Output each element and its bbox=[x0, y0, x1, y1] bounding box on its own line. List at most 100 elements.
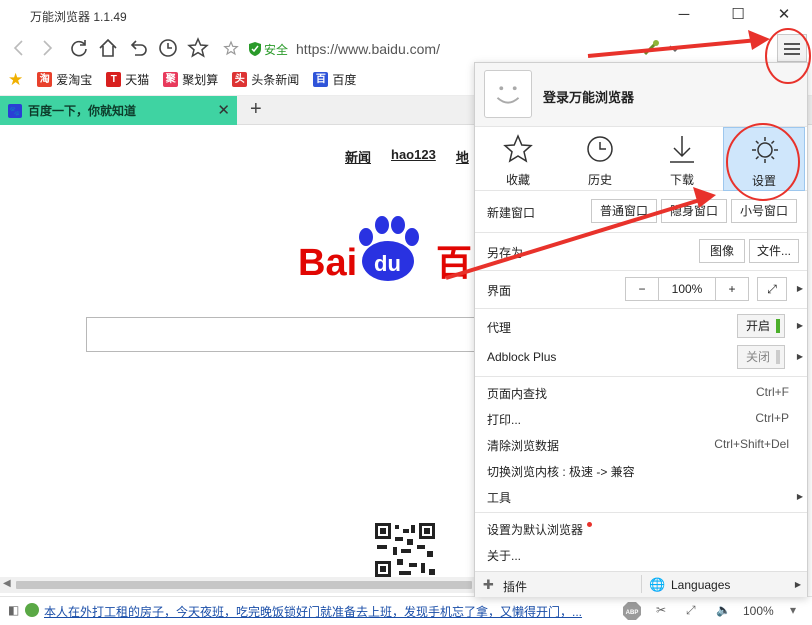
refresh-icon[interactable] bbox=[68, 37, 90, 59]
home-icon[interactable] bbox=[97, 37, 119, 59]
clear-data-label: 清除浏览数据 bbox=[487, 439, 560, 453]
chevron-right-icon: ▶ bbox=[794, 580, 801, 589]
main-menu: 登录万能浏览器 收藏 历史 下载 设置 新建窗口 普通窗口 隐身窗口 小号窗口 … bbox=[474, 62, 808, 597]
adblock-toggle[interactable]: 关闭 bbox=[737, 345, 785, 369]
zoom-out-button[interactable]: − bbox=[625, 277, 659, 301]
bookmarks-star-icon[interactable]: ★ bbox=[8, 70, 23, 90]
undo-icon[interactable] bbox=[127, 37, 149, 59]
main-menu-button[interactable] bbox=[777, 34, 807, 62]
avatar[interactable] bbox=[484, 70, 532, 118]
bookmark-item[interactable]: 聚 聚划算 bbox=[163, 71, 218, 88]
horizontal-scrollbar[interactable]: ◀ bbox=[0, 577, 474, 593]
download-icon bbox=[670, 136, 694, 163]
save-file-button[interactable]: 文件... bbox=[749, 239, 799, 263]
zoom-level[interactable]: 100% bbox=[743, 604, 774, 618]
close-window-button[interactable]: ✕ bbox=[766, 4, 802, 26]
scroll-left-icon[interactable]: ◀ bbox=[3, 578, 11, 589]
window-title: 万能浏览器 1.1.49 bbox=[30, 10, 127, 24]
save-image-button[interactable]: 图像 bbox=[699, 239, 745, 263]
about-label: 关于... bbox=[487, 549, 522, 563]
link-map[interactable]: 地 bbox=[456, 147, 469, 166]
zoom-value: 100% bbox=[658, 277, 716, 301]
bookmark-item[interactable]: 头 头条新闻 bbox=[232, 71, 299, 88]
bookmark-star-icon[interactable] bbox=[187, 37, 209, 59]
login-link[interactable]: 登录万能浏览器 bbox=[543, 87, 634, 106]
volume-icon[interactable]: 🔈 bbox=[716, 603, 731, 617]
toutiao-icon: 头 bbox=[232, 72, 248, 87]
plugins-button[interactable]: 插件 bbox=[503, 578, 527, 595]
switch-core-item[interactable]: 切换浏览内核 : 极速 -> 兼容 bbox=[475, 457, 807, 483]
link-news[interactable]: 新闻 bbox=[345, 147, 371, 166]
new-window-row: 新建窗口 普通窗口 隐身窗口 小号窗口 bbox=[475, 191, 807, 231]
news-ticker[interactable]: 本人在外打工租的房子，今天夜班，吃完晚饭锁好门就准备去上班，发现手机忘了拿，又懒… bbox=[44, 603, 604, 620]
save-as-row: 另存为 图像 文件... bbox=[475, 233, 807, 269]
tmall-icon: T bbox=[106, 72, 122, 87]
menu-footer: ✚ 插件 🌐 Languages ▶ bbox=[475, 571, 807, 597]
proxy-state: 开启 bbox=[746, 319, 771, 333]
set-default-item[interactable]: 设置为默认浏览器 bbox=[475, 515, 807, 541]
svg-text:Bai: Bai bbox=[298, 242, 357, 283]
clock-icon bbox=[587, 136, 613, 162]
extension-icon[interactable] bbox=[640, 37, 662, 59]
proxy-toggle[interactable]: 开启 bbox=[737, 314, 785, 338]
bookmark-item[interactable]: T 天猫 bbox=[106, 71, 149, 88]
adblock-abp-icon[interactable]: ABP bbox=[622, 601, 642, 621]
bookmark-item[interactable]: 百 百度 bbox=[313, 71, 356, 88]
star-icon bbox=[503, 134, 533, 163]
tools-item[interactable]: 工具 ▶ bbox=[475, 483, 807, 509]
history-button[interactable]: 历史 bbox=[559, 127, 641, 191]
languages-button[interactable]: Languages bbox=[671, 578, 730, 592]
juhuasuan-icon: 聚 bbox=[163, 72, 179, 87]
minimize-button[interactable]: ─ bbox=[666, 4, 702, 26]
print-item[interactable]: 打印... Ctrl+P bbox=[475, 405, 807, 431]
url-text[interactable]: https://www.baidu.com/ bbox=[296, 41, 440, 57]
maximize-button[interactable]: ☐ bbox=[720, 4, 756, 26]
find-shortcut: Ctrl+F bbox=[756, 385, 789, 399]
fullscreen-toggle-icon[interactable]: ⤢ bbox=[757, 277, 787, 301]
bookmark-label: 聚划算 bbox=[182, 73, 219, 87]
navigation-bar: 安全 https://www.baidu.com/ bbox=[0, 32, 812, 64]
svg-text:ABP: ABP bbox=[626, 610, 639, 616]
search-input[interactable] bbox=[86, 317, 476, 352]
adblock-row[interactable]: Adblock Plus 关闭 ▶ bbox=[475, 342, 807, 372]
find-label: 页面内查找 bbox=[487, 387, 548, 401]
close-tab-icon[interactable]: ✕ bbox=[217, 101, 230, 119]
new-tab-button[interactable]: + bbox=[250, 98, 262, 121]
baidu-paw-icon: 百 bbox=[313, 72, 329, 87]
proxy-row[interactable]: 代理 开启 ▶ bbox=[475, 311, 807, 341]
normal-window-button[interactable]: 普通窗口 bbox=[591, 199, 657, 223]
fullscreen-icon[interactable]: ⤢ bbox=[686, 603, 696, 618]
small-window-button[interactable]: 小号窗口 bbox=[731, 199, 797, 223]
tab-baidu[interactable]: 🐾 百度一下，你就知道 ✕ bbox=[0, 96, 237, 125]
bookmark-label: 爱淘宝 bbox=[56, 73, 93, 87]
favorite-star-icon[interactable] bbox=[220, 37, 242, 59]
forward-icon[interactable] bbox=[36, 37, 58, 59]
ui-zoom-row: 界面 − 100% + ⤢ ▶ bbox=[475, 271, 807, 307]
favorites-label: 收藏 bbox=[505, 173, 530, 187]
find-in-page-item[interactable]: 页面内查找 Ctrl+F bbox=[475, 379, 807, 405]
about-item[interactable]: 关于... bbox=[475, 541, 807, 567]
history-label: 历史 bbox=[587, 173, 612, 187]
settings-icon bbox=[752, 137, 778, 163]
back-icon[interactable] bbox=[8, 37, 30, 59]
link-hao123[interactable]: hao123 bbox=[391, 147, 436, 166]
favorites-button[interactable]: 收藏 bbox=[477, 127, 559, 191]
scrollbar-thumb[interactable] bbox=[16, 581, 472, 589]
svg-text:百: 百 bbox=[436, 243, 472, 283]
tools-label: 工具 bbox=[487, 491, 512, 505]
baidu-logo[interactable]: Bai du 百 bbox=[298, 213, 478, 283]
chevron-down-icon[interactable] bbox=[664, 37, 686, 59]
zoom-dropdown-icon[interactable]: ▾ bbox=[790, 603, 796, 617]
bookmark-item[interactable]: 淘 爱淘宝 bbox=[37, 71, 92, 88]
switch-core-label: 切换浏览内核 : 极速 -> 兼容 bbox=[487, 465, 635, 479]
address-bar[interactable]: 安全 https://www.baidu.com/ bbox=[248, 38, 440, 60]
history-clock-icon[interactable] bbox=[157, 37, 179, 59]
clear-data-item[interactable]: 清除浏览数据 Ctrl+Shift+Del bbox=[475, 431, 807, 457]
sidebar-toggle-icon[interactable]: ◧ bbox=[8, 603, 19, 617]
scissors-icon[interactable]: ✂ bbox=[656, 603, 666, 617]
zoom-in-button[interactable]: + bbox=[715, 277, 749, 301]
downloads-button[interactable]: 下载 bbox=[641, 127, 723, 191]
settings-button[interactable]: 设置 bbox=[723, 127, 805, 191]
taobao-icon: 淘 bbox=[37, 72, 53, 87]
private-window-button[interactable]: 隐身窗口 bbox=[661, 199, 727, 223]
